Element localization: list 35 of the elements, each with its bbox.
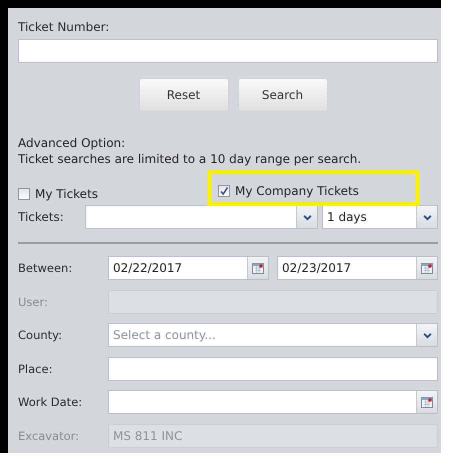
field-label: County:: [18, 328, 63, 342]
input-field[interactable]: [108, 356, 438, 380]
checkbox[interactable]: [18, 188, 30, 200]
calendar-button[interactable]: [247, 257, 268, 279]
section-title: Advanced Option:: [18, 135, 126, 151]
date-field[interactable]: [108, 390, 438, 414]
checkbox-option[interactable]: My Tickets: [18, 187, 218, 201]
dropdown-button[interactable]: [296, 206, 317, 228]
field-label: Place:: [18, 362, 54, 376]
field-label: Tickets:: [18, 210, 65, 224]
date-field[interactable]: 02/23/2017: [277, 256, 438, 280]
chevron-down-icon: [422, 214, 432, 220]
range-dropdown[interactable]: 1 days: [322, 205, 438, 229]
calendar-icon: [421, 262, 433, 274]
checkbox[interactable]: [218, 185, 230, 197]
checkbox-option[interactable]: My Company Tickets: [218, 184, 411, 198]
field-label: Work Date:: [18, 395, 84, 409]
field-label: User:: [18, 294, 49, 308]
date-field[interactable]: 02/22/2017: [108, 256, 269, 280]
reset-button[interactable]: Reset: [138, 78, 228, 112]
calendar-button[interactable]: [416, 257, 437, 279]
field-label: Between:: [18, 261, 74, 275]
dropdown-button[interactable]: [416, 206, 437, 228]
field-label: Ticket Number:: [18, 20, 110, 34]
search-button[interactable]: Search: [238, 78, 328, 112]
field-label: Excavator:: [18, 428, 80, 442]
ticket-number-field[interactable]: [18, 39, 438, 63]
calendar-button[interactable]: [416, 391, 437, 413]
chevron-down-icon: [422, 332, 432, 338]
dropdown-button[interactable]: [416, 324, 437, 346]
calendar-icon: [252, 262, 264, 274]
input-field: MS 811 INC: [108, 424, 438, 448]
info-text: Ticket searches are limited to a 10 day range per search.: [18, 151, 362, 167]
calendar-icon: [421, 396, 433, 408]
chevron-down-icon: [302, 214, 312, 220]
